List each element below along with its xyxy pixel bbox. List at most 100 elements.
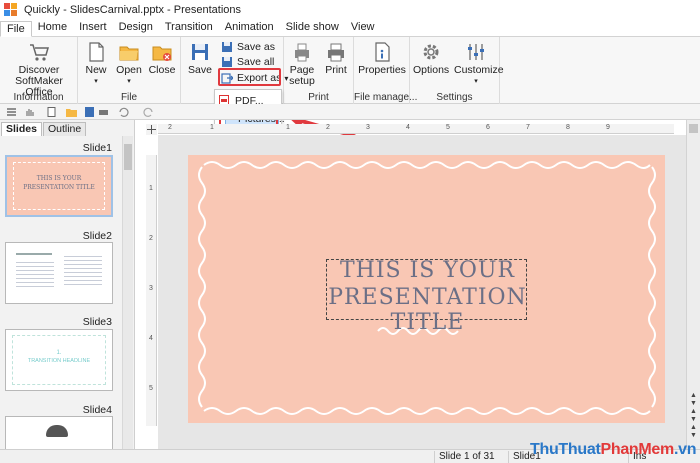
shopping-cart-icon <box>28 41 50 63</box>
group-label-file: File <box>120 92 138 103</box>
horizontal-ruler[interactable]: 2 1 1 2 3 4 5 6 7 8 9 <box>158 124 674 134</box>
slide-title-line-1: THIS IS YOUR <box>339 258 516 283</box>
slide-title-placeholder[interactable]: THIS IS YOUR PRESENTATION TITLE <box>326 258 527 335</box>
workarea-scrollbar[interactable]: ▲ ▼ ▲ ▼ ▲ ▼ <box>686 120 700 449</box>
slide-thumbnail-3[interactable]: 1. TRANSITION HEADLINE <box>5 329 113 391</box>
group-label-settings: Settings <box>436 92 473 103</box>
menu-tab-view[interactable]: View <box>345 20 381 36</box>
sliders-icon <box>465 41 487 63</box>
options-label: Options <box>413 64 450 76</box>
vruler-number: 3 <box>149 285 153 292</box>
page-setup-label-2: setup <box>289 75 315 87</box>
group-label-information: Information <box>13 92 64 103</box>
hruler-number: 3 <box>366 124 370 131</box>
save-all-button[interactable]: Save all <box>221 55 274 69</box>
tab-slides[interactable]: Slides <box>1 122 42 136</box>
hruler-number: 8 <box>566 124 570 131</box>
slide-label-4: Slide4 <box>82 404 112 416</box>
ribbon-group-file-manager: Properties File manage... <box>354 37 418 104</box>
open-button[interactable]: Open ▾ <box>114 39 144 87</box>
print-button[interactable]: Print <box>322 39 350 76</box>
print-label: Print <box>325 64 347 76</box>
save-all-icon <box>221 56 233 68</box>
page-setup-button[interactable]: Page setup <box>286 39 318 87</box>
hruler-number: 4 <box>406 124 410 131</box>
close-folder-icon <box>151 41 173 63</box>
group-label-print: Print <box>308 92 329 103</box>
new-label: New <box>85 64 107 76</box>
export-as-highlight <box>218 68 281 86</box>
vertical-ruler[interactable]: 1 2 3 4 5 <box>146 155 157 426</box>
customize-button[interactable]: Customize ▾ <box>454 39 504 87</box>
new-button[interactable]: New ▾ <box>82 39 110 87</box>
thumb1-title-2: PRESENTATION TITLE <box>23 184 95 191</box>
menu-tab-file[interactable]: File <box>0 21 32 37</box>
watermark-part-3: .vn <box>673 441 697 458</box>
new-file-small-icon[interactable] <box>46 107 57 117</box>
customize-chevron-icon: ▾ <box>474 78 478 85</box>
thumb4-image-icon <box>46 425 68 437</box>
watermark-part-2: PhanMem <box>600 441 674 458</box>
panel-tabs: Slides Outline <box>0 122 87 136</box>
app-logo-icon <box>4 3 18 17</box>
thumb1-title-1: THIS IS YOUR <box>36 175 82 182</box>
panel-scrollbar[interactable] <box>122 136 133 449</box>
thumb3-number: 1. <box>56 350 62 356</box>
slide-label-2: Slide2 <box>82 230 112 242</box>
window-title: Quickly - SlidesCarnival.pptx - Presenta… <box>24 4 242 16</box>
open-label: Open <box>116 64 142 76</box>
panel-scroll-thumb[interactable] <box>124 144 132 170</box>
menu-tab-slide-show[interactable]: Slide show <box>280 20 345 36</box>
scroll-up-icon[interactable] <box>689 124 698 133</box>
hruler-number: 6 <box>486 124 490 131</box>
close-button[interactable]: Close <box>148 39 176 76</box>
menu-tab-animation[interactable]: Animation <box>219 20 280 36</box>
properties-button[interactable]: Properties <box>356 39 408 76</box>
hruler-number: 2 <box>168 124 172 131</box>
save-all-label: Save all <box>237 56 275 68</box>
slide-thumbnail-1[interactable]: THIS IS YOUR PRESENTATION TITLE <box>5 155 113 217</box>
slide-title-line-2: PRESENTATION TITLE <box>328 285 527 335</box>
menu-tab-design[interactable]: Design <box>113 20 159 36</box>
undo-icon[interactable] <box>118 107 129 117</box>
redo-icon[interactable] <box>143 107 154 117</box>
ribbon-group-file: New ▾ Open ▾ Close File <box>78 37 181 104</box>
save-as-button[interactable]: Save as <box>221 40 275 54</box>
open-chevron-icon: ▾ <box>127 78 131 85</box>
save-button[interactable]: Save <box>185 39 215 76</box>
save-as-icon <box>221 41 233 53</box>
hruler-number: 2 <box>326 124 330 131</box>
watermark-logo: ThuThuatPhanMem.vn <box>530 441 696 463</box>
menu-tab-home[interactable]: Home <box>32 20 73 36</box>
open-folder-icon <box>118 41 140 63</box>
save-as-label: Save as <box>237 41 275 53</box>
hand-tool-icon[interactable] <box>24 107 35 117</box>
scroll-nav-icons[interactable]: ▲ ▼ ▲ ▼ ▲ ▼ <box>690 392 697 440</box>
group-label-file-manager: File manage... <box>354 92 418 103</box>
status-slide-position: Slide 1 of 31 <box>434 451 508 463</box>
hamburger-menu-icon[interactable] <box>6 107 17 117</box>
open-folder-small-icon[interactable] <box>66 107 77 117</box>
close-label: Close <box>148 64 176 76</box>
thumb3-title: TRANSITION HEADLINE <box>27 358 91 364</box>
properties-label: Properties <box>358 64 406 76</box>
menu-tab-insert[interactable]: Insert <box>73 20 113 36</box>
print-small-icon[interactable] <box>98 107 109 117</box>
hruler-number: 7 <box>526 124 530 131</box>
tab-outline[interactable]: Outline <box>42 122 87 136</box>
new-chevron-icon: ▾ <box>94 78 98 85</box>
properties-icon <box>371 41 393 63</box>
slide-thumbnail-4[interactable] <box>5 416 113 449</box>
save-small-icon[interactable] <box>84 107 95 117</box>
slide-thumbnail-2[interactable] <box>5 242 113 304</box>
page-setup-icon <box>291 41 313 63</box>
save-label: Save <box>188 64 212 76</box>
hruler-number: 1 <box>286 124 290 131</box>
hruler-number: 9 <box>606 124 610 131</box>
vruler-number: 4 <box>149 335 153 342</box>
menu-tab-transition[interactable]: Transition <box>159 20 219 36</box>
options-button[interactable]: Options <box>413 39 449 76</box>
discover-softmaker-button[interactable]: Discover SoftMaker Office <box>4 39 74 98</box>
title-bar: Quickly - SlidesCarnival.pptx - Presenta… <box>0 0 700 20</box>
hruler-number: 1 <box>210 124 214 131</box>
